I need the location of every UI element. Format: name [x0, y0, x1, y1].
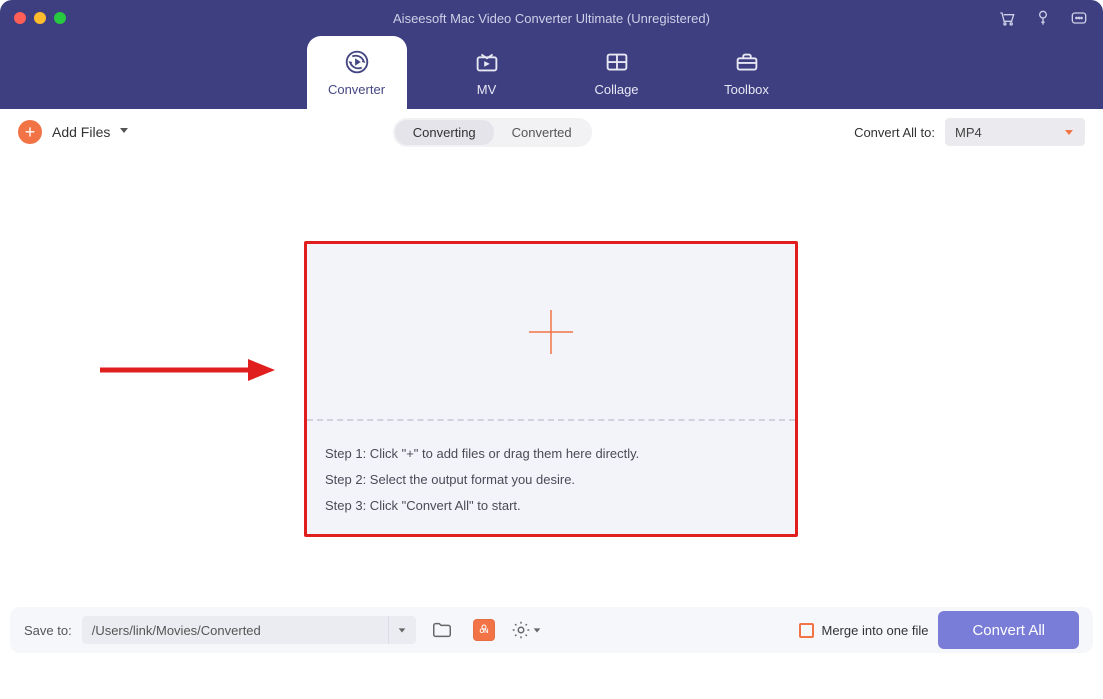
tab-converter[interactable]: Converter — [307, 36, 407, 109]
collage-icon — [602, 48, 632, 76]
toolbar: + Add Files Converting Converted Convert… — [0, 109, 1103, 155]
save-path-value: /Users/link/Movies/Converted — [82, 623, 388, 638]
save-path-field[interactable]: /Users/link/Movies/Converted — [82, 616, 416, 644]
add-files-button[interactable]: + Add Files — [18, 120, 110, 144]
output-format-select[interactable]: MP4 — [945, 118, 1085, 146]
chevron-down-icon — [532, 625, 542, 635]
app-window: Aiseesoft Mac Video Converter Ultimate (… — [0, 0, 1103, 699]
merge-checkbox[interactable] — [799, 623, 814, 638]
converter-icon — [342, 48, 372, 76]
tab-toolbox[interactable]: Toolbox — [697, 36, 797, 109]
convert-all-to-label: Convert All to: — [854, 125, 935, 140]
window-maximize-button[interactable] — [54, 12, 66, 24]
tab-mv[interactable]: MV — [437, 36, 537, 109]
tab-collage[interactable]: Collage — [567, 36, 667, 109]
tab-label: Converter — [328, 82, 385, 97]
toolbox-icon — [732, 48, 762, 76]
bottom-bar: Save to: /Users/link/Movies/Converted ON — [10, 607, 1093, 653]
save-path-dropdown[interactable] — [388, 616, 416, 644]
app-title: Aiseesoft Mac Video Converter Ultimate (… — [0, 11, 1103, 26]
svg-text:ON: ON — [479, 629, 488, 635]
save-to-label: Save to: — [24, 623, 72, 638]
dropzone-steps: Step 1: Click "+" to add files or drag t… — [307, 421, 795, 539]
plus-icon — [523, 304, 579, 360]
annotation-arrow — [100, 355, 280, 390]
mv-icon — [472, 48, 502, 76]
window-minimize-button[interactable] — [34, 12, 46, 24]
tab-label: Collage — [594, 82, 638, 97]
gpu-accel-button[interactable]: ON — [468, 615, 500, 645]
format-selected-value: MP4 — [955, 125, 982, 140]
segment-converting[interactable]: Converting — [395, 120, 494, 145]
step1-text: Step 1: Click "+" to add files or drag t… — [325, 441, 777, 467]
convert-all-button[interactable]: Convert All — [938, 611, 1079, 649]
titlebar: Aiseesoft Mac Video Converter Ultimate (… — [0, 0, 1103, 36]
settings-button[interactable] — [510, 619, 542, 641]
tab-label: MV — [477, 82, 497, 97]
tab-label: Toolbox — [724, 82, 769, 97]
merge-label: Merge into one file — [822, 623, 929, 638]
chevron-down-icon — [1063, 126, 1075, 138]
dropzone-plus-area[interactable] — [307, 244, 795, 419]
merge-option: Merge into one file — [799, 623, 929, 638]
gear-icon — [510, 619, 532, 641]
add-files-label: Add Files — [52, 124, 110, 140]
plus-circle-icon: + — [18, 120, 42, 144]
cart-icon[interactable] — [997, 8, 1017, 28]
key-icon[interactable] — [1033, 8, 1053, 28]
segment-converted[interactable]: Converted — [494, 120, 590, 145]
traffic-lights — [14, 12, 66, 24]
tabbar: Converter MV Collage — [0, 36, 1103, 109]
add-files-dropdown[interactable] — [118, 123, 130, 141]
step3-text: Step 3: Click "Convert All" to start. — [325, 493, 777, 519]
folder-icon — [431, 619, 453, 641]
file-dropzone[interactable]: Step 1: Click "+" to add files or drag t… — [304, 241, 798, 537]
open-folder-button[interactable] — [426, 615, 458, 645]
main-area: Step 1: Click "+" to add files or drag t… — [0, 155, 1103, 653]
window-close-button[interactable] — [14, 12, 26, 24]
gpu-chip-icon: ON — [473, 619, 495, 641]
step2-text: Step 2: Select the output format you des… — [325, 467, 777, 493]
titlebar-system-icons — [997, 8, 1089, 28]
conversion-state-segment: Converting Converted — [393, 118, 592, 147]
menu-icon[interactable] — [1069, 8, 1089, 28]
